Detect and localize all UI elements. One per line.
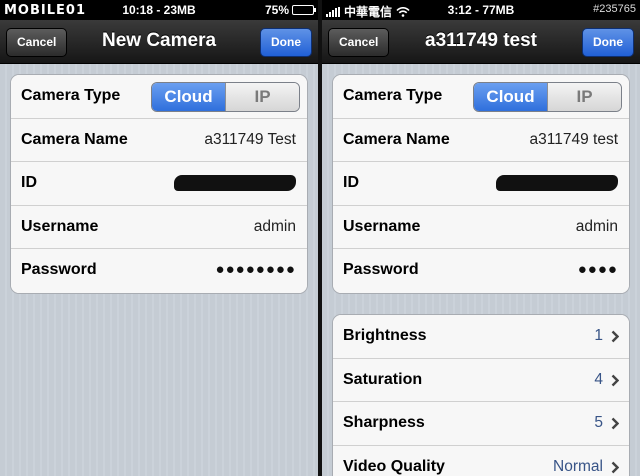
- username-field[interactable]: admin: [254, 218, 296, 236]
- segment-ip[interactable]: IP: [547, 83, 621, 111]
- password-label: Password: [21, 261, 97, 279]
- camera-name-field[interactable]: a311749 test: [530, 131, 618, 149]
- segment-cloud[interactable]: Cloud: [152, 83, 225, 111]
- chevron-right-icon: [611, 461, 619, 474]
- cancel-button[interactable]: Cancel: [6, 28, 68, 57]
- video-quality-label: Video Quality: [343, 457, 445, 475]
- status-bar: 中華電信 3:12 - 77MB #235765: [322, 0, 640, 20]
- sharpness-row[interactable]: Sharpness 5: [333, 402, 629, 446]
- brightness-row[interactable]: Brightness 1: [333, 315, 629, 359]
- done-button[interactable]: Done: [582, 28, 634, 57]
- password-label: Password: [343, 261, 419, 279]
- password-row[interactable]: Password ●●●●●●●●: [11, 249, 307, 293]
- page-title: New Camera: [101, 30, 217, 51]
- saturation-value: 4: [594, 370, 603, 388]
- video-quality-value: Normal: [553, 457, 603, 475]
- status-time: 3:12 - 77MB: [447, 3, 515, 17]
- page-title: a311749 test: [425, 30, 537, 51]
- password-row[interactable]: Password ●●●●: [333, 249, 629, 293]
- video-quality-row[interactable]: Video Quality Normal: [333, 445, 629, 476]
- id-row[interactable]: ID: [11, 162, 307, 206]
- saturation-row[interactable]: Saturation 4: [333, 358, 629, 403]
- chevron-right-icon: [611, 330, 619, 343]
- camera-name-row[interactable]: Camera Name a311749 test: [333, 118, 629, 163]
- password-field[interactable]: ●●●●●●●●: [216, 261, 296, 278]
- id-redaction: [496, 175, 618, 192]
- cancel-button[interactable]: Cancel: [328, 28, 390, 57]
- navigation-bar: Cancel a311749 test Done: [322, 20, 640, 64]
- camera-type-label: Camera Type: [21, 87, 121, 104]
- brightness-label: Brightness: [343, 327, 427, 344]
- camera-name-label: Camera Name: [343, 130, 450, 148]
- id-label: ID: [343, 174, 359, 192]
- camera-name-row[interactable]: Camera Name a311749 Test: [11, 118, 307, 163]
- camera-form-group: Camera Type Cloud IP Camera Name a311749…: [332, 74, 630, 294]
- camera-type-segmented-control[interactable]: Cloud IP: [151, 82, 300, 112]
- id-row[interactable]: ID: [333, 162, 629, 206]
- left-screen: MOBILE01 10:18 - 23MB 75% Cancel New Cam…: [0, 0, 318, 476]
- status-time: 10:18 - 23MB: [122, 3, 196, 17]
- navigation-bar: Cancel New Camera Done: [0, 20, 318, 64]
- username-row[interactable]: Username admin: [11, 205, 307, 250]
- done-button[interactable]: Done: [260, 28, 312, 57]
- chevron-right-icon: [611, 374, 619, 386]
- username-label: Username: [21, 217, 99, 235]
- username-label: Username: [343, 217, 421, 235]
- camera-name-field[interactable]: a311749 Test: [204, 131, 296, 149]
- camera-type-label: Camera Type: [343, 87, 443, 104]
- watermark-id: #235765: [593, 3, 636, 15]
- camera-settings-group: Brightness 1 Saturation 4 Sharpness 5 Vi…: [332, 314, 630, 476]
- camera-type-row: Camera Type Cloud IP: [333, 75, 629, 119]
- chevron-right-icon: [611, 417, 619, 430]
- password-field[interactable]: ●●●●: [578, 261, 618, 278]
- battery-percent: 75%: [264, 3, 289, 17]
- id-redaction: [174, 175, 296, 192]
- camera-type-segmented-control[interactable]: Cloud IP: [473, 82, 622, 112]
- camera-name-label: Camera Name: [21, 130, 128, 148]
- username-row[interactable]: Username admin: [333, 205, 629, 250]
- camera-form-group: Camera Type Cloud IP Camera Name a311749…: [10, 74, 308, 294]
- sharpness-value: 5: [594, 414, 603, 432]
- segment-cloud[interactable]: Cloud: [474, 83, 547, 111]
- segment-ip[interactable]: IP: [225, 83, 299, 111]
- id-label: ID: [21, 174, 37, 192]
- sharpness-label: Sharpness: [343, 414, 425, 432]
- camera-type-row: Camera Type Cloud IP: [11, 75, 307, 119]
- battery-icon: [292, 5, 316, 15]
- brightness-value: 1: [594, 327, 603, 344]
- saturation-label: Saturation: [343, 370, 423, 388]
- username-field[interactable]: admin: [576, 218, 618, 236]
- status-bar: MOBILE01 10:18 - 23MB 75%: [0, 0, 318, 20]
- right-screen: 中華電信 3:12 - 77MB #235765 Cancel a311749 …: [322, 0, 640, 476]
